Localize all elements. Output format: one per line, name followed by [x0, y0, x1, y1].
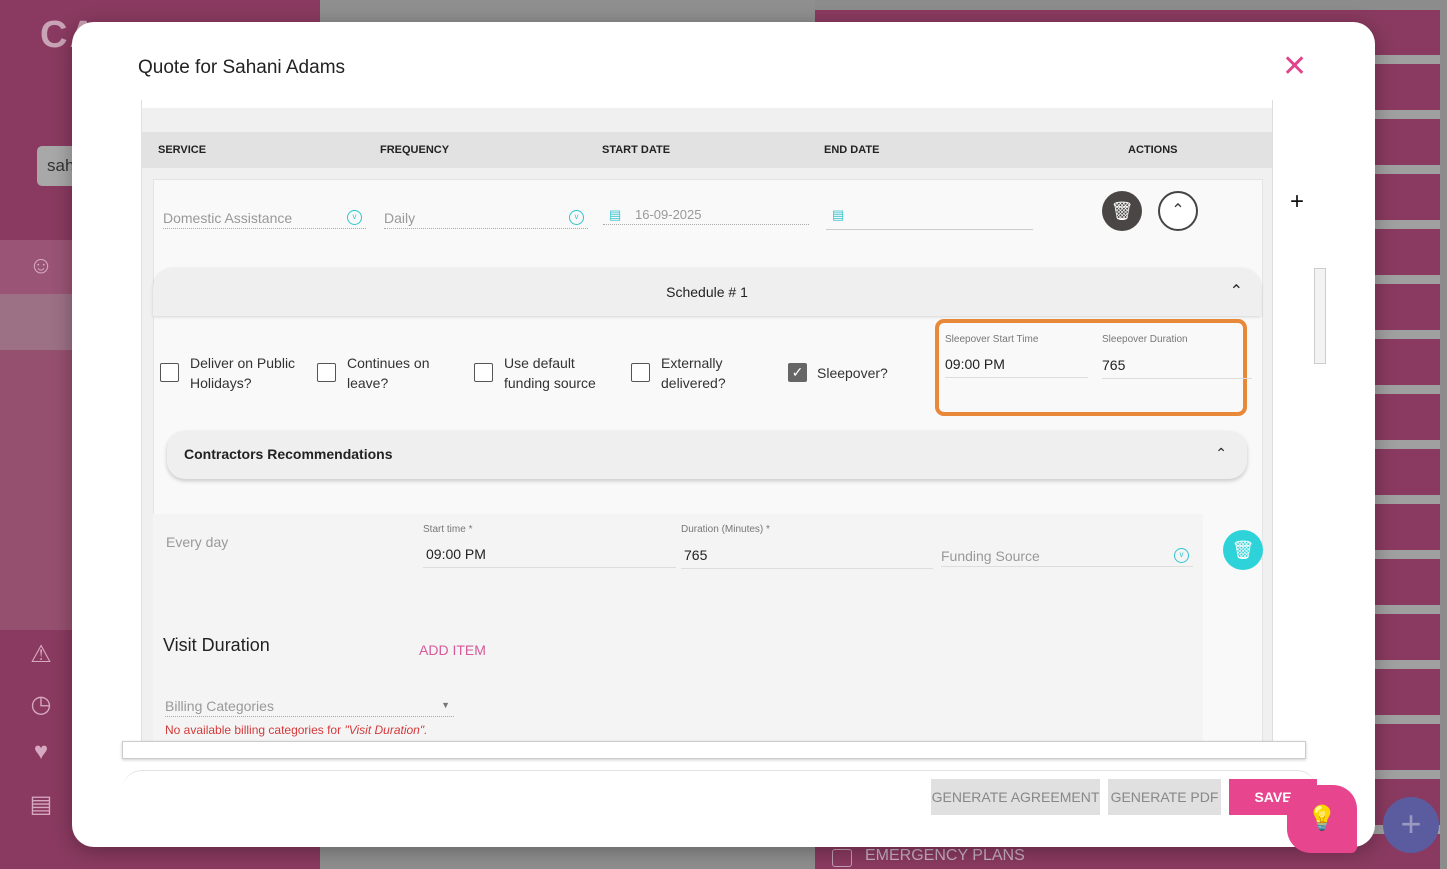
sleepover-start-label: Sleepover Start Time: [945, 334, 1039, 345]
sleepover-duration-label: Sleepover Duration: [1102, 334, 1188, 345]
billing-error-name: "Visit Duration".: [344, 723, 428, 737]
sleepover-start-input[interactable]: 09:00 PM: [945, 356, 1088, 378]
funding-source-placeholder: Funding Source: [941, 548, 1040, 564]
start-date-value: 16-09-2025: [635, 207, 702, 222]
start-time-label: Start time *: [423, 524, 473, 535]
sleepover-duration-input[interactable]: 765: [1102, 357, 1252, 379]
funding-source-select[interactable]: Funding Source v: [941, 548, 1193, 567]
dropdown-icon: v: [1174, 548, 1189, 563]
billing-placeholder: Billing Categories: [165, 698, 274, 714]
contractors-title: Contractors Recommendations: [184, 446, 393, 462]
public-holidays-checkbox[interactable]: [160, 363, 179, 382]
billing-error-text: No available billing categories for: [165, 723, 345, 737]
chevron-up-icon[interactable]: ⌃: [1215, 445, 1227, 462]
frequency-select[interactable]: Daily v: [384, 210, 588, 229]
day-label: Every day: [166, 534, 229, 550]
externally-delivered-checkbox[interactable]: [631, 363, 650, 382]
sleepover-checkbox[interactable]: ✓: [788, 363, 807, 382]
chat-icon[interactable]: ▤: [24, 790, 58, 820]
header-actions: ACTIONS: [1128, 144, 1178, 156]
generate-agreement-button[interactable]: GENERATE AGREEMENT: [931, 779, 1100, 815]
heart-hand-icon[interactable]: ♥: [24, 738, 58, 768]
calendar-icon: ▤: [832, 207, 845, 222]
users-icon[interactable]: ☺: [24, 252, 58, 282]
contractors-recommendations-header[interactable]: Contractors Recommendations ⌃: [167, 431, 1247, 479]
continues-on-leave-label: Continues on leave?: [347, 355, 430, 391]
header-start-date: START DATE: [602, 144, 671, 156]
close-icon[interactable]: ✕: [1282, 52, 1307, 82]
default-funding-label: Use default funding source: [504, 355, 596, 391]
end-date-input[interactable]: ▤: [826, 207, 1033, 230]
header-frequency: FREQUENCY: [380, 144, 450, 156]
service-select[interactable]: Domestic Assistance v: [163, 210, 366, 229]
add-fab-button[interactable]: +: [1383, 797, 1439, 853]
add-item-button[interactable]: ADD ITEM: [419, 642, 486, 658]
generate-pdf-button[interactable]: GENERATE PDF: [1108, 779, 1221, 815]
tab-strip: [142, 100, 1272, 108]
dropdown-icon: v: [569, 210, 584, 225]
externally-delivered-label: Externally delivered?: [661, 355, 726, 391]
chevron-up-icon[interactable]: ⌃: [1230, 268, 1243, 316]
duration-input[interactable]: 765: [681, 547, 933, 569]
public-holidays-label: Deliver on Public Holidays?: [190, 355, 296, 391]
vertical-scrollbar[interactable]: [1314, 268, 1326, 364]
start-date-input[interactable]: ▤ 16-09-2025: [603, 207, 809, 225]
calendar-icon: ▤: [609, 207, 622, 222]
default-funding-checkbox[interactable]: [474, 363, 493, 382]
emergency-plans-label[interactable]: EMERGENCY PLANS: [865, 847, 1025, 865]
dropdown-icon: v: [347, 210, 362, 225]
add-service-icon[interactable]: +: [1290, 188, 1304, 216]
billing-error: No available billing categories for "Vis…: [165, 723, 427, 737]
collapse-row-button[interactable]: ⌃: [1158, 191, 1198, 231]
header-service: SERVICE: [158, 144, 207, 156]
delete-service-button[interactable]: 🗑: [1102, 191, 1142, 231]
schedule-header[interactable]: Schedule # 1 ⌃: [153, 268, 1261, 316]
warning-icon[interactable]: ⚠: [24, 640, 58, 670]
continues-on-leave-checkbox[interactable]: [317, 363, 336, 382]
horizontal-scrollbar[interactable]: [122, 741, 1306, 759]
sleepover-label: Sleepover?: [817, 365, 888, 381]
caret-down-icon: ▼: [441, 700, 450, 710]
service-value: Domestic Assistance: [163, 210, 293, 226]
start-time-input[interactable]: 09:00 PM: [423, 546, 676, 568]
billing-categories-select[interactable]: Billing Categories ▼: [165, 698, 454, 717]
header-end-date: END DATE: [824, 144, 880, 156]
duration-label: Duration (Minutes) *: [681, 524, 770, 535]
delete-schedule-item-button[interactable]: 🗑: [1223, 530, 1263, 570]
visit-duration-title: Visit Duration: [163, 635, 270, 655]
table-header: SERVICE FREQUENCY START DATE END DATE AC…: [142, 132, 1272, 168]
modal-title: Quote for Sahani Adams: [138, 57, 346, 78]
clock-sync-icon[interactable]: ◷: [24, 690, 58, 720]
frequency-value: Daily: [384, 210, 416, 226]
lightbulb-icon[interactable]: 💡: [1287, 785, 1357, 853]
emergency-checkbox[interactable]: [832, 849, 852, 867]
schedule-title: Schedule # 1: [666, 284, 748, 300]
